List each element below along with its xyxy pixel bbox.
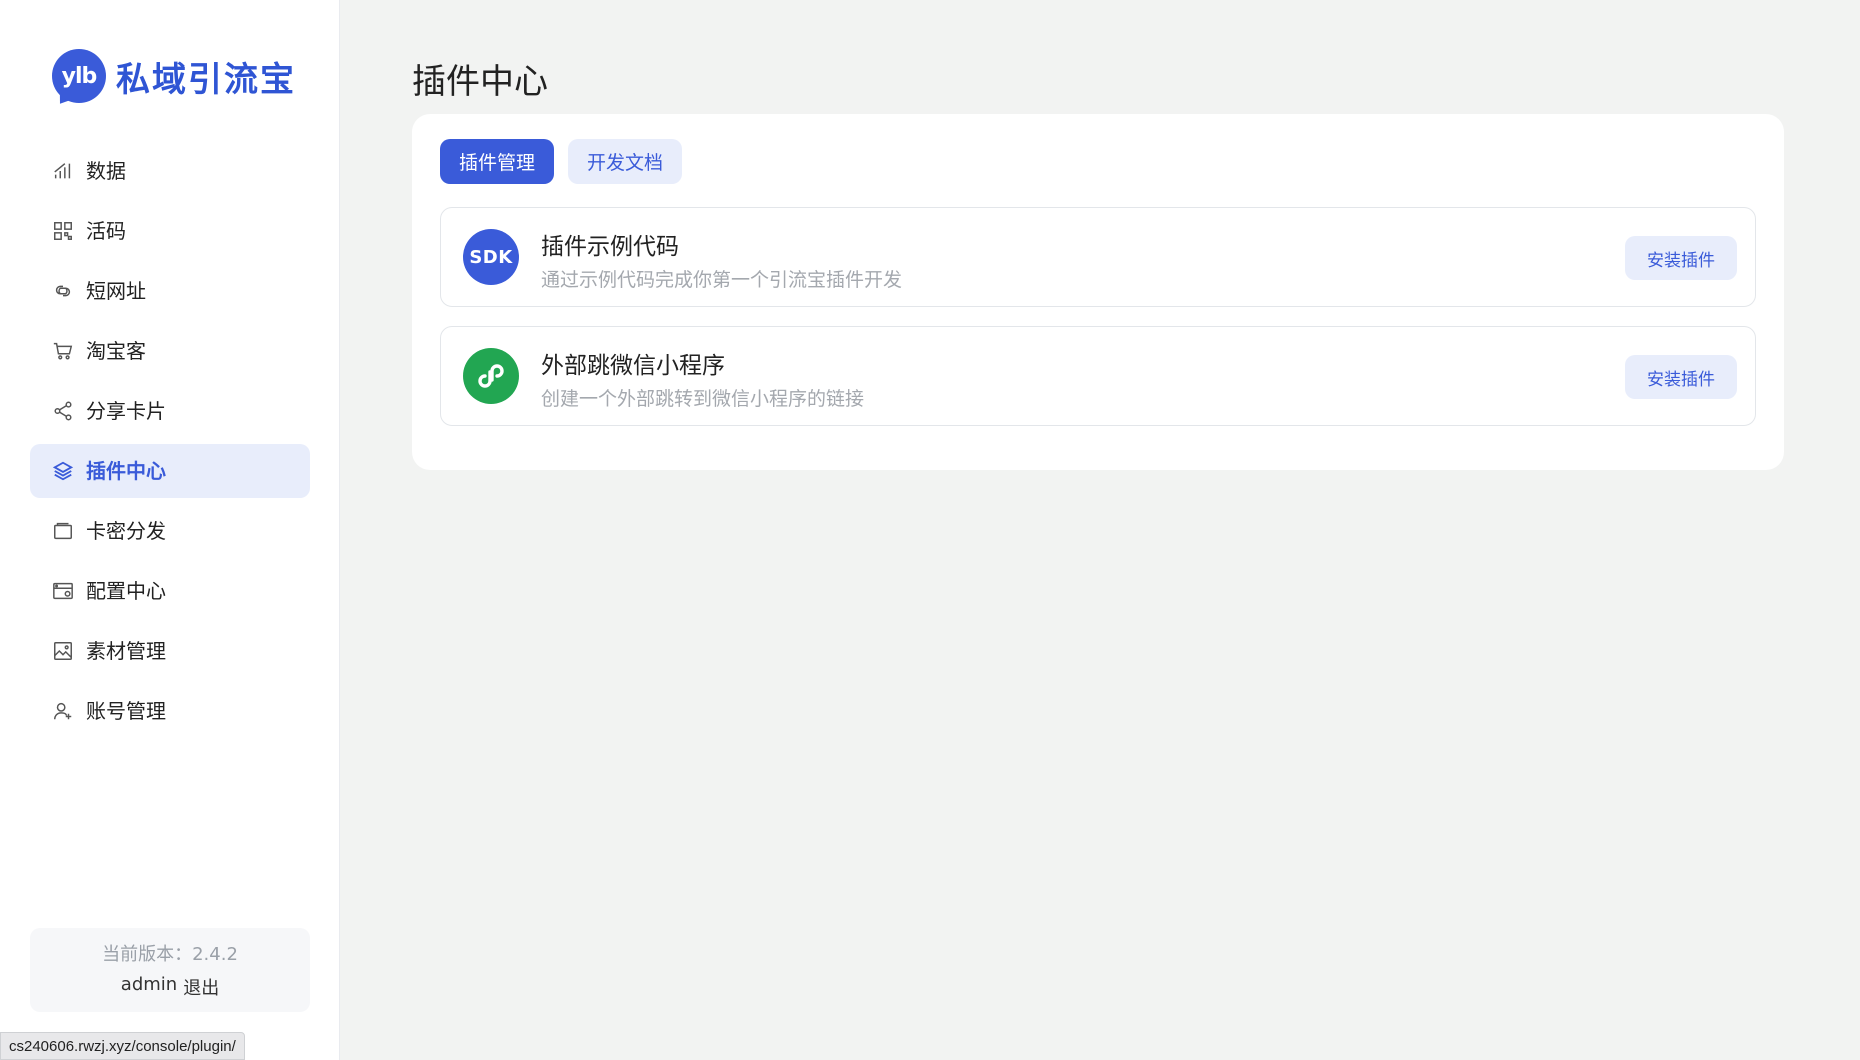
plugin-description: 创建一个外部跳转到微信小程序的链接 bbox=[541, 388, 865, 410]
tab-bar: 插件管理 开发文档 bbox=[440, 139, 683, 184]
sidebar-item-label: 配置中心 bbox=[86, 579, 166, 603]
sidebar-footer: 当前版本：2.4.2 admin 退出 bbox=[30, 928, 310, 1012]
tab-dev-docs[interactable]: 开发文档 bbox=[568, 139, 683, 184]
sidebar-item-label: 卡密分发 bbox=[86, 519, 166, 543]
layers-icon bbox=[52, 461, 74, 481]
user-line: admin 退出 bbox=[121, 974, 219, 1000]
sidebar-item-label: 分享卡片 bbox=[86, 399, 166, 423]
page-title: 插件中心 bbox=[412, 62, 548, 102]
sidebar-item-taobaoke[interactable]: 淘宝客 bbox=[30, 324, 310, 378]
sidebar-item-config[interactable]: 配置中心 bbox=[30, 564, 310, 618]
image-icon bbox=[54, 642, 72, 660]
brand[interactable]: ylb 私域引流宝 bbox=[51, 48, 296, 110]
sidebar-item-short-url[interactable]: 短网址 bbox=[30, 264, 310, 318]
sidebar-item-share-card[interactable]: 分享卡片 bbox=[30, 384, 310, 438]
sidebar-item-label: 数据 bbox=[86, 159, 126, 183]
share-icon bbox=[54, 401, 72, 421]
sidebar-item-label: 短网址 bbox=[86, 279, 146, 303]
main-content: 插件中心 插件管理 开发文档 SDK 插件示例代码 通过示例代码完成你第一个引流… bbox=[340, 0, 1860, 1060]
tab-plugin-management[interactable]: 插件管理 bbox=[440, 139, 555, 184]
sdk-icon: SDK bbox=[463, 229, 519, 285]
brand-logo: ylb bbox=[51, 49, 108, 110]
sidebar-item-plugin-center[interactable]: 插件中心 bbox=[30, 444, 310, 498]
status-bar-url: cs240606.rwzj.xyz/console/plugin/ bbox=[0, 1032, 245, 1060]
plugin-description: 通过示例代码完成你第一个引流宝插件开发 bbox=[541, 269, 903, 291]
sidebar-item-label: 淘宝客 bbox=[86, 339, 146, 363]
logout-link[interactable]: 退出 bbox=[183, 974, 219, 1000]
plugin-title: 外部跳微信小程序 bbox=[541, 353, 725, 379]
plugin-card-wechat-miniprogram: 外部跳微信小程序 创建一个外部跳转到微信小程序的链接 安装插件 bbox=[440, 326, 1756, 426]
user-add-icon bbox=[54, 702, 72, 720]
sidebar-item-data[interactable]: 数据 bbox=[30, 144, 310, 198]
username: admin bbox=[120, 974, 178, 995]
config-icon bbox=[53, 582, 73, 600]
install-plugin-button[interactable]: 安装插件 bbox=[1625, 355, 1737, 399]
brand-name: 私域引流宝 bbox=[116, 59, 296, 100]
app-root: ylb 私域引流宝 数据 活码 短网址 淘宝客 分享卡片 插件中心 卡密分发 配… bbox=[0, 0, 1860, 1060]
plugin-card-sdk-example: SDK 插件示例代码 通过示例代码完成你第一个引流宝插件开发 安装插件 bbox=[440, 207, 1756, 307]
brand-logo-text: ylb bbox=[52, 49, 106, 103]
sidebar-item-label: 活码 bbox=[86, 219, 126, 243]
sidebar-item-label: 素材管理 bbox=[86, 639, 166, 663]
cart-icon bbox=[53, 342, 73, 360]
sidebar-item-materials[interactable]: 素材管理 bbox=[30, 624, 310, 678]
mini-program-icon bbox=[463, 348, 519, 404]
sidebar-item-card-dispatch[interactable]: 卡密分发 bbox=[30, 504, 310, 558]
card-icon bbox=[54, 522, 72, 540]
plugin-title: 插件示例代码 bbox=[541, 234, 679, 260]
sidebar-item-qrcode[interactable]: 活码 bbox=[30, 204, 310, 258]
bar-chart-icon bbox=[54, 163, 71, 179]
sidebar-nav: 数据 活码 短网址 淘宝客 分享卡片 插件中心 卡密分发 配置中心 素材管理 账… bbox=[30, 144, 310, 744]
link-icon bbox=[55, 285, 71, 297]
plugin-panel: 插件管理 开发文档 SDK 插件示例代码 通过示例代码完成你第一个引流宝插件开发… bbox=[412, 114, 1784, 470]
sidebar-item-account[interactable]: 账号管理 bbox=[30, 684, 310, 738]
sidebar-item-label: 账号管理 bbox=[86, 699, 166, 723]
qr-grid-icon bbox=[54, 222, 72, 240]
sidebar-item-label: 插件中心 bbox=[86, 459, 166, 483]
version-text: 当前版本：2.4.2 bbox=[102, 944, 238, 965]
install-plugin-button[interactable]: 安装插件 bbox=[1625, 236, 1737, 280]
sidebar: ylb 私域引流宝 数据 活码 短网址 淘宝客 分享卡片 插件中心 卡密分发 配… bbox=[0, 0, 340, 1060]
